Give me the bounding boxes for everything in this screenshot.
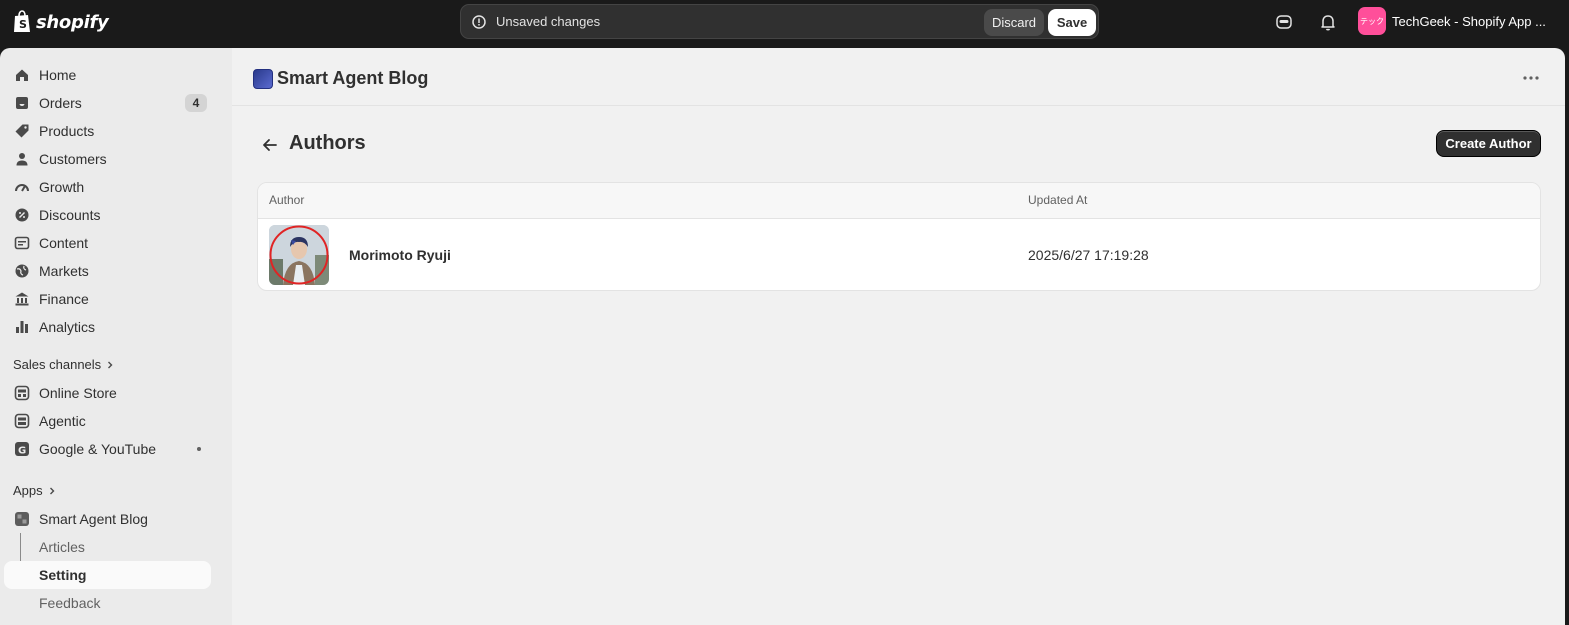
store-icon — [14, 385, 30, 401]
sidebar-item-orders[interactable]: Orders 4 — [4, 89, 211, 117]
sidebar-item-label: Google & YouTube — [39, 441, 157, 457]
store-avatar: テック — [1358, 7, 1386, 35]
store-menu[interactable]: テック TechGeek - Shopify App ... — [1358, 7, 1546, 35]
sidebar-item-analytics[interactable]: Analytics — [4, 313, 211, 341]
inbox-icon — [16, 97, 28, 109]
gauge-icon — [15, 184, 29, 192]
sidebar-subitem-label: Feedback — [39, 595, 101, 611]
sidebar-item-markets[interactable]: Markets — [4, 257, 211, 285]
sidebar-item-label: Content — [39, 235, 89, 251]
window-edge — [1565, 48, 1569, 625]
orders-count-badge: 4 — [185, 94, 207, 112]
globe-icon — [15, 264, 29, 278]
sidebar-item-finance[interactable]: Finance — [4, 285, 211, 313]
app-icon — [15, 512, 29, 526]
sidebar-item-smart-agent-blog[interactable]: Smart Agent Blog — [4, 505, 211, 533]
chevron-right-icon — [108, 361, 113, 368]
sidebar-item-agentic[interactable]: Agentic — [4, 407, 211, 435]
sidebar-subitem-label: Articles — [39, 539, 85, 555]
sidebar-item-label: Markets — [39, 263, 89, 279]
page-title: Authors — [289, 132, 366, 154]
sidebar-item-content[interactable]: Content — [4, 229, 211, 257]
create-author-button[interactable]: Create Author — [1436, 130, 1541, 157]
table-header: Author Updated At — [258, 183, 1540, 219]
author-photo — [269, 225, 329, 285]
sidebar-item-label: Growth — [39, 179, 85, 195]
sidebar-item-label: Analytics — [39, 319, 96, 335]
sidebar-item-label: Smart Agent Blog — [39, 511, 148, 527]
brand-name: shopify — [36, 11, 109, 33]
home-icon — [16, 69, 28, 81]
sidebar-item-online-store[interactable]: Online Store — [4, 379, 211, 407]
svg-text:G: G — [18, 446, 26, 457]
save-button[interactable]: Save — [1048, 9, 1096, 36]
bank-icon — [15, 292, 29, 306]
tag-icon — [15, 124, 29, 138]
shopify-bag-icon: S — [14, 10, 30, 32]
main-content: Smart Agent Blog Authors Create Author A… — [232, 48, 1565, 625]
sidebar-item-label: Online Store — [39, 385, 117, 401]
sidebar-subitem-articles[interactable]: Articles — [4, 533, 211, 561]
store-name: TechGeek - Shopify App ... — [1392, 13, 1546, 29]
content-icon — [14, 236, 30, 250]
sales-channels-header[interactable]: Sales channels — [13, 357, 115, 372]
app-logo-icon — [253, 69, 273, 89]
status-dot — [197, 447, 201, 451]
sidebar-item-label: Customers — [39, 151, 107, 167]
sidebar-item-discounts[interactable]: Discounts — [4, 201, 211, 229]
more-actions-icon[interactable] — [1519, 68, 1543, 88]
sidebar-item-label: Home — [39, 67, 77, 83]
sidekick-icon[interactable] — [1274, 12, 1294, 32]
sidebar-item-label: Products — [39, 123, 95, 139]
contextual-save-bar: Unsaved changes Discard Save — [460, 4, 1099, 39]
sidebar-subitem-setting[interactable]: Setting — [4, 561, 211, 589]
bar-chart-icon — [16, 321, 28, 333]
table-row[interactable]: Morimoto Ryuji 2025/6/27 17:19:28 — [258, 219, 1540, 290]
updated-at-value: 2025/6/27 17:19:28 — [1028, 247, 1149, 263]
sidebar: Home Orders 4 Products Customers Growth … — [0, 48, 232, 625]
sidebar-item-customers[interactable]: Customers — [4, 145, 211, 173]
top-bar: S shopify Unsaved changes Discard Save テ… — [0, 0, 1569, 48]
alert-circle-icon — [472, 15, 486, 29]
discount-icon — [15, 208, 29, 222]
shopify-logo[interactable]: S shopify — [12, 8, 109, 36]
apps-header[interactable]: Apps — [13, 483, 57, 498]
sidebar-item-label: Agentic — [39, 413, 86, 429]
sidebar-subitem-feedback[interactable]: Feedback — [4, 589, 211, 617]
author-name[interactable]: Morimoto Ryuji — [349, 247, 451, 263]
sidebar-item-label: Orders — [39, 95, 82, 111]
sidebar-item-google-youtube[interactable]: G Google & YouTube — [4, 435, 211, 463]
column-header-author[interactable]: Author — [269, 193, 304, 207]
app-title: Smart Agent Blog — [277, 68, 429, 88]
back-arrow-icon[interactable] — [260, 135, 280, 155]
sales-channels-label: Sales channels — [13, 357, 102, 372]
unsaved-changes-message: Unsaved changes — [496, 14, 601, 29]
apps-label: Apps — [13, 483, 43, 498]
author-avatar[interactable] — [269, 225, 329, 285]
app-title-bar: Smart Agent Blog — [232, 48, 1565, 106]
column-header-updated-at[interactable]: Updated At — [1028, 193, 1087, 207]
bell-icon[interactable] — [1318, 12, 1338, 32]
sidebar-item-label: Finance — [39, 291, 89, 307]
chevron-right-icon — [49, 487, 55, 494]
sidebar-item-label: Discounts — [39, 207, 101, 223]
discard-button[interactable]: Discard — [984, 9, 1044, 36]
person-icon — [16, 153, 28, 166]
svg-text:S: S — [19, 18, 27, 31]
sidebar-item-home[interactable]: Home — [4, 61, 211, 89]
google-icon: G — [15, 442, 29, 457]
sidebar-subitem-label: Setting — [39, 567, 87, 583]
sidebar-item-growth[interactable]: Growth — [4, 173, 211, 201]
sidebar-item-products[interactable]: Products — [4, 117, 211, 145]
agentic-icon — [14, 413, 30, 429]
authors-table: Author Updated At Morimoto Ryuji 2025/6/… — [257, 182, 1541, 291]
